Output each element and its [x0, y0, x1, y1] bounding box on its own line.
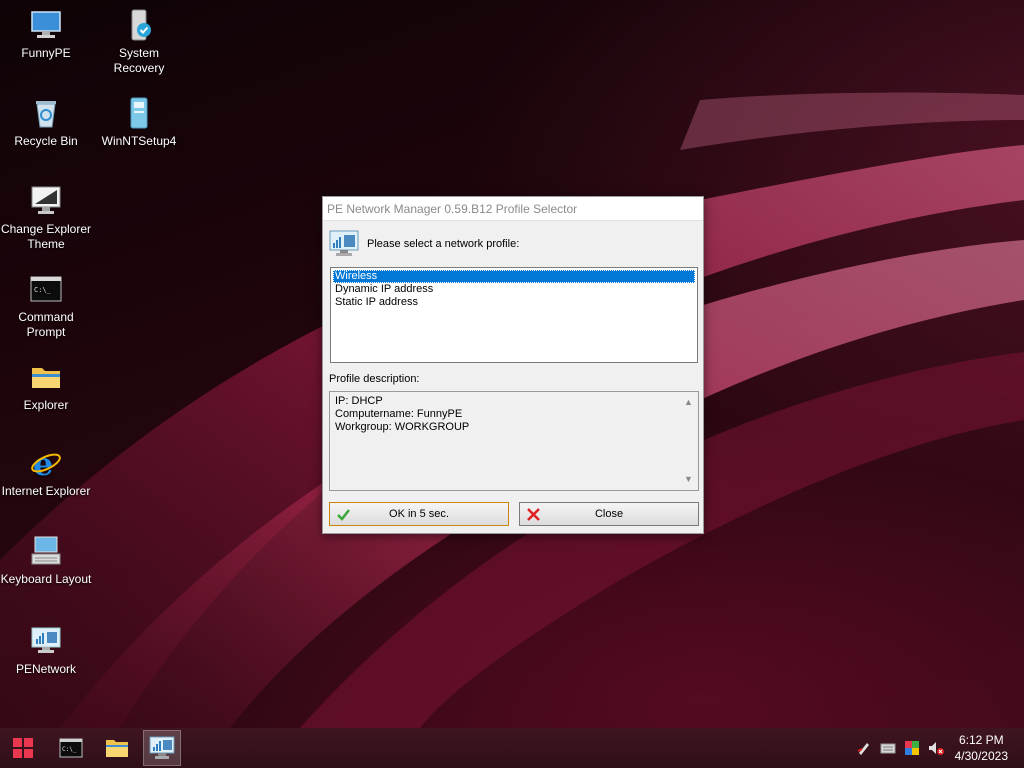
profile-description-label: Profile description: — [329, 373, 420, 385]
desktop-icon-label: Internet Explorer — [1, 484, 91, 498]
keyboard-icon[interactable] — [880, 740, 896, 756]
network-icon — [329, 230, 359, 256]
network-icon — [149, 736, 175, 759]
volume-muted-icon[interactable] — [928, 740, 944, 756]
desktop-icon-command-prompt[interactable]: C:\_ Command Prompt — [0, 272, 92, 340]
profile-item-wireless[interactable]: Wireless — [333, 270, 695, 283]
desktop-icon-label: Change Explorer Theme — [0, 222, 92, 251]
start-button[interactable] — [4, 730, 42, 766]
description-line: Workgroup: WORKGROUP — [335, 421, 470, 433]
clock-date: 4/30/2023 — [954, 749, 1008, 763]
desktop-icon-system-recovery[interactable]: System Recovery — [93, 8, 185, 76]
description-line: Computername: FunnyPE — [335, 408, 463, 420]
command-prompt-icon: C:\_ — [59, 738, 83, 758]
desktop-icon-label: WinNTSetup4 — [101, 134, 177, 148]
svg-text:C:\_: C:\_ — [62, 746, 77, 753]
taskbar-penetwork[interactable] — [143, 730, 181, 766]
taskbar-command-prompt[interactable]: C:\_ — [52, 730, 90, 766]
profile-item-static-ip[interactable]: Static IP address — [333, 296, 695, 309]
desktop-icon-change-explorer-theme[interactable]: Change Explorer Theme — [0, 184, 92, 252]
desktop: FunnyPE System Recovery Recycle Bin WinN… — [0, 0, 1024, 728]
scroll-down-icon[interactable]: ▼ — [684, 473, 693, 486]
computer-icon — [31, 11, 61, 38]
ok-button-label: OK in 5 sec. — [389, 508, 449, 520]
dialog-title-bar[interactable]: PE Network Manager 0.59.B12 Profile Sele… — [323, 197, 703, 221]
clock-time: 6:12 PM — [958, 733, 1004, 747]
profile-item-dynamic-ip[interactable]: Dynamic IP address — [333, 283, 695, 296]
internet-explorer-icon: e — [31, 446, 61, 480]
description-line: IP: DHCP — [335, 395, 383, 407]
network-icon — [31, 627, 61, 653]
desktop-icon-label: PENetwork — [15, 662, 77, 676]
pen-icon[interactable] — [856, 740, 872, 756]
desktop-icon-keyboard-layout[interactable]: Keyboard Layout — [0, 534, 92, 587]
desktop-icon-label: FunnyPE — [21, 46, 71, 60]
desktop-icon-label: Recycle Bin — [14, 134, 78, 148]
folder-icon — [32, 368, 60, 388]
ok-button[interactable]: OK in 5 sec. — [329, 502, 509, 526]
folder-icon — [106, 740, 128, 757]
desktop-icon-label: Explorer — [23, 398, 69, 412]
profile-selector-dialog: PE Network Manager 0.59.B12 Profile Sele… — [322, 196, 704, 534]
scroll-up-icon[interactable]: ▲ — [684, 396, 693, 409]
system-recovery-icon — [131, 9, 151, 41]
desktop-icon-label: Command Prompt — [18, 310, 74, 339]
svg-text:C:\_: C:\_ — [34, 286, 52, 294]
desktop-icon-explorer[interactable]: Explorer — [0, 360, 92, 413]
close-icon — [527, 508, 540, 521]
color-icon[interactable] — [904, 740, 920, 756]
desktop-icon-label: Keyboard Layout — [0, 572, 92, 586]
taskbar: C:\_ 6:12 PM 4/30/2023 — [0, 728, 1024, 768]
desktop-icon-winntsetup[interactable]: WinNTSetup4 — [93, 96, 185, 149]
taskbar-explorer[interactable] — [98, 730, 136, 766]
desktop-icon-funnype[interactable]: FunnyPE — [0, 8, 92, 61]
desktop-icon-recycle-bin[interactable]: Recycle Bin — [0, 96, 92, 149]
profile-list[interactable]: Wireless Dynamic IP address Static IP ad… — [330, 267, 698, 363]
winntsetup-icon — [130, 97, 148, 129]
recycle-bin-icon — [36, 101, 56, 128]
select-profile-prompt: Please select a network profile: — [367, 238, 520, 250]
desktop-icon-internet-explorer[interactable]: e Internet Explorer — [0, 446, 92, 499]
checkmark-icon — [337, 509, 350, 521]
close-button[interactable]: Close — [519, 502, 699, 526]
start-icon — [13, 738, 33, 758]
dialog-title: PE Network Manager 0.59.B12 Profile Sele… — [327, 202, 578, 216]
keyboard-icon — [31, 536, 61, 565]
desktop-icon-penetwork[interactable]: PENetwork — [0, 624, 92, 677]
description-scrollbar[interactable]: ▲ ▼ — [682, 394, 696, 488]
profile-description-box[interactable]: IP: DHCP Computername: FunnyPE Workgroup… — [329, 391, 699, 491]
dialog-header: Please select a network profile: — [329, 230, 519, 258]
theme-icon — [31, 186, 61, 214]
desktop-icon-label: System Recovery — [113, 46, 165, 75]
command-prompt-icon: C:\_ — [30, 276, 62, 302]
close-button-label: Close — [594, 508, 624, 520]
taskbar-clock[interactable]: 6:12 PM 4/30/2023 — [955, 732, 1008, 764]
